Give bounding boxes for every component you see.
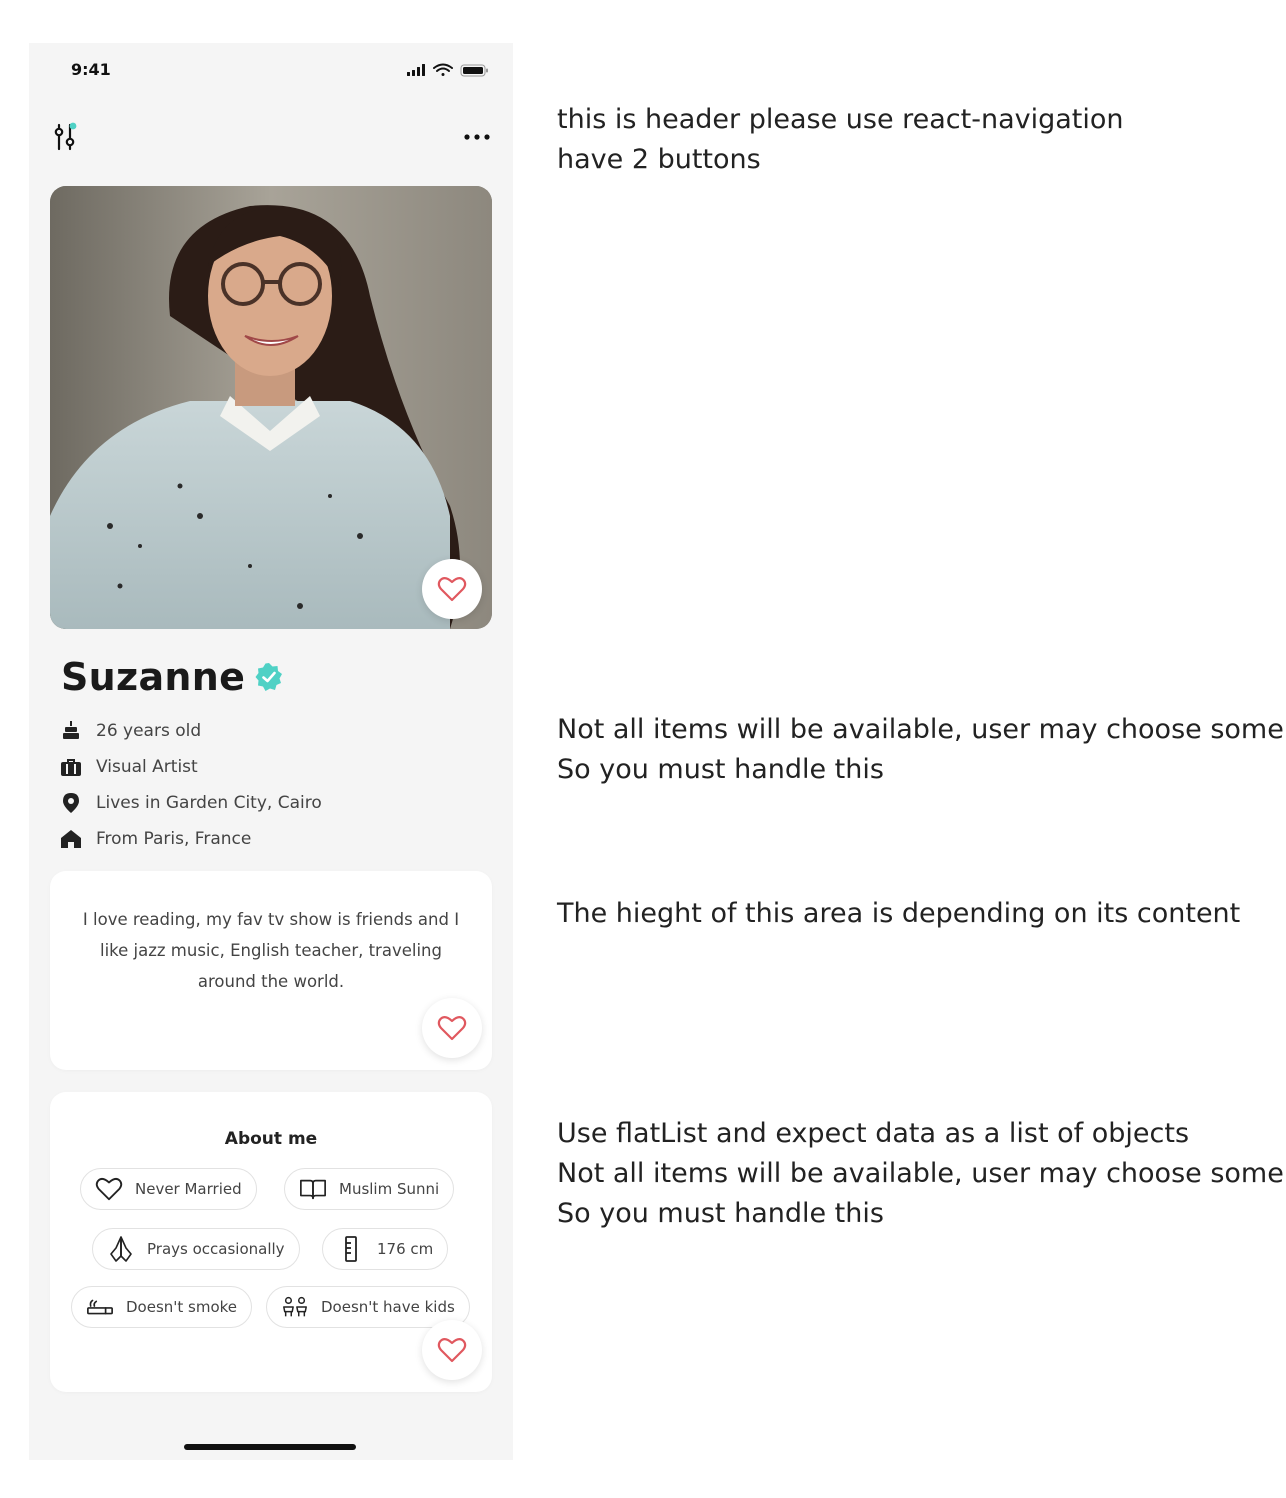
about-title: About me xyxy=(224,1129,318,1149)
signal-icon xyxy=(407,64,425,76)
heart-icon xyxy=(437,1338,467,1363)
status-icons xyxy=(407,63,493,77)
chip-label: Doesn't have kids xyxy=(321,1298,455,1316)
chip-prayer: Prays occasionally xyxy=(92,1228,300,1270)
about-me-card: About me Never Married Muslim Sunni Pray… xyxy=(50,1092,492,1392)
profile-name: Suzanne xyxy=(61,655,246,699)
note-line: Use flatList and expect data as a list o… xyxy=(557,1118,1190,1149)
battery-icon xyxy=(460,64,488,77)
home-indicator xyxy=(184,1444,356,1450)
filter-icon xyxy=(54,122,77,151)
note-line: this is header please use react-navigati… xyxy=(557,104,1124,135)
more-options-button[interactable] xyxy=(459,119,495,155)
chip-label: 176 cm xyxy=(377,1240,434,1258)
note-bio: The hieght of this area is depending on … xyxy=(557,894,1240,934)
cigarette-icon xyxy=(87,1299,113,1315)
verified-badge-icon xyxy=(255,663,283,691)
info-item-hometown: From Paris, France xyxy=(60,821,322,857)
profile-info-list: 26 years old Visual Artist Lives in Gard… xyxy=(60,713,322,857)
note-line: have 2 buttons xyxy=(557,144,761,175)
name-row: Suzanne xyxy=(61,655,285,699)
chip-height: 176 cm xyxy=(322,1228,449,1270)
kids-icon xyxy=(283,1296,307,1317)
home-icon xyxy=(61,830,81,848)
note-info: Not all items will be available, user ma… xyxy=(557,710,1284,790)
phone-screen: 9:41 Suzanne 26 years old Visual Artist … xyxy=(29,43,513,1460)
chip-smoking: Doesn't smoke xyxy=(71,1286,253,1328)
praying-hands-icon xyxy=(110,1236,132,1262)
note-line: So you must handle this xyxy=(557,1198,884,1229)
info-item-age: 26 years old xyxy=(60,713,322,749)
book-icon xyxy=(300,1179,326,1200)
bio-card: I love reading, my fav tv show is friend… xyxy=(50,871,492,1070)
chip-label: Prays occasionally xyxy=(147,1240,285,1258)
chip-label: Muslim Sunni xyxy=(339,1180,440,1198)
ruler-icon xyxy=(345,1236,357,1262)
bio-text: I love reading, my fav tv show is friend… xyxy=(82,910,460,991)
info-item-job: Visual Artist xyxy=(60,749,322,785)
note-about: Use flatList and expect data as a list o… xyxy=(557,1114,1284,1234)
status-time: 9:41 xyxy=(71,60,111,79)
heart-outline-icon xyxy=(95,1177,123,1201)
chip-marital-status: Never Married xyxy=(80,1168,257,1210)
wifi-icon xyxy=(433,63,453,76)
note-line: Not all items will be available, user ma… xyxy=(557,714,1284,745)
filter-button[interactable] xyxy=(47,119,83,155)
info-hometown-text: From Paris, France xyxy=(96,829,252,849)
chip-label: Doesn't smoke xyxy=(126,1298,238,1316)
chip-religion: Muslim Sunni xyxy=(284,1168,455,1210)
info-item-location: Lives in Garden City, Cairo xyxy=(60,785,322,821)
about-like-button[interactable] xyxy=(422,1320,482,1380)
note-line: The hieght of this area is depending on … xyxy=(557,898,1241,929)
location-pin-icon xyxy=(63,793,79,813)
note-line: So you must handle this xyxy=(557,754,884,785)
bio-like-button[interactable] xyxy=(422,998,482,1058)
info-job-text: Visual Artist xyxy=(96,757,198,777)
more-icon xyxy=(464,134,490,140)
cake-icon xyxy=(63,721,79,739)
info-location-text: Lives in Garden City, Cairo xyxy=(96,793,322,813)
heart-icon xyxy=(437,577,467,602)
profile-photo xyxy=(50,186,492,629)
info-age-text: 26 years old xyxy=(96,721,202,741)
note-header: this is header please use react-navigati… xyxy=(557,100,1124,180)
photo-like-button[interactable] xyxy=(422,559,482,619)
briefcase-icon xyxy=(61,759,81,776)
heart-icon xyxy=(437,1016,467,1041)
chip-label: Never Married xyxy=(135,1180,242,1198)
note-line: Not all items will be available, user ma… xyxy=(557,1158,1284,1189)
